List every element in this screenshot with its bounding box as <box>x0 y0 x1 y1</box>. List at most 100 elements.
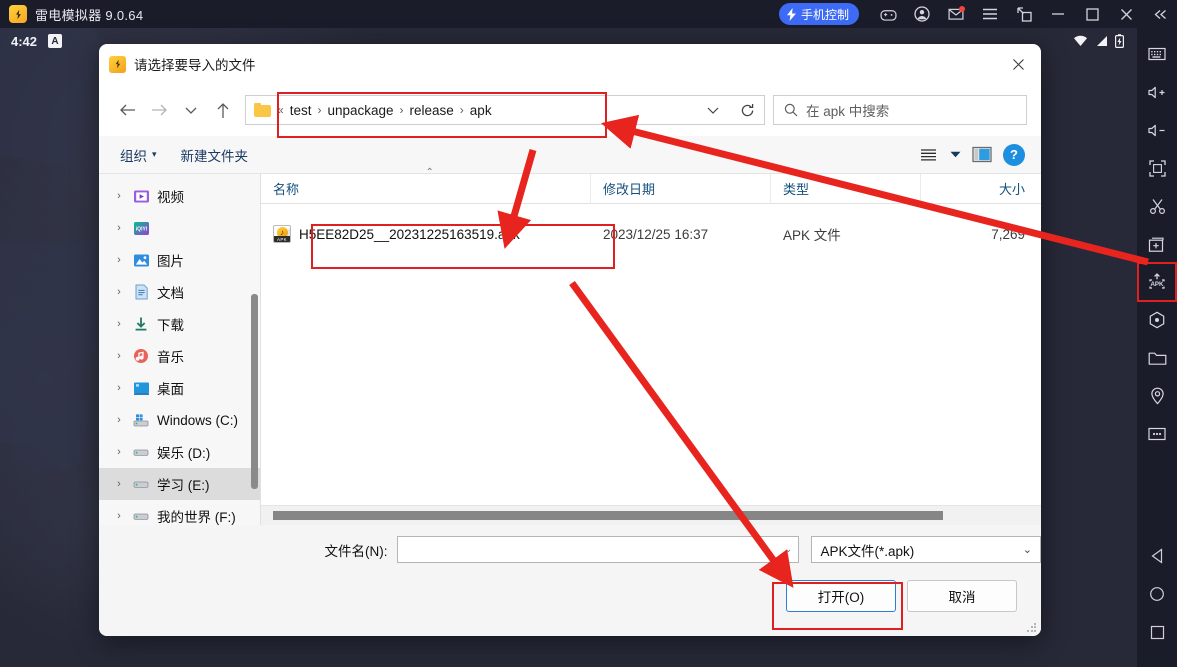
iqiyi-icon: iQIYI <box>132 220 150 236</box>
keyboard-icon[interactable] <box>1139 36 1175 72</box>
file-list-horizontal-scrollbar[interactable] <box>261 505 1041 525</box>
sort-ascending-icon: ⌃ <box>425 166 434 178</box>
preview-pane-icon[interactable] <box>967 141 997 169</box>
system-drive-icon <box>132 412 150 428</box>
volume-up-icon[interactable] <box>1139 74 1175 110</box>
chevron-right-icon[interactable]: › <box>113 446 125 458</box>
chevron-right-icon[interactable]: › <box>113 382 125 394</box>
drive-icon <box>132 476 150 492</box>
gamepad-icon[interactable] <box>871 0 905 28</box>
open-button[interactable]: 打开(O) <box>786 580 896 612</box>
sidebar-item-windows-c[interactable]: › Windows (C:) <box>99 404 260 436</box>
navigation-pane-scrollbar[interactable] <box>251 294 258 489</box>
collapse-icon[interactable] <box>1143 0 1177 28</box>
scissors-icon[interactable] <box>1139 188 1175 224</box>
dialog-title: 请选择要导入的文件 <box>134 58 256 73</box>
nav-back-icon[interactable] <box>1139 537 1175 575</box>
chevron-right-icon[interactable]: › <box>113 222 125 234</box>
chevron-right-icon[interactable]: › <box>113 350 125 362</box>
column-header-type[interactable]: 类型 <box>771 173 921 204</box>
breadcrumb-item-apk[interactable]: apk <box>470 103 492 118</box>
sidebar-item-desktop[interactable]: › 桌面 <box>99 372 260 404</box>
column-header-size[interactable]: 大小 <box>921 174 1041 204</box>
recent-locations-button[interactable] <box>175 94 207 126</box>
install-apk-icon[interactable]: APK <box>1137 262 1177 302</box>
breadcrumb[interactable]: « test › unpackage › release › apk <box>245 95 765 125</box>
chevron-right-icon[interactable]: › <box>113 254 125 266</box>
add-app-icon[interactable] <box>1139 226 1175 262</box>
multi-instance-icon[interactable] <box>1007 0 1041 28</box>
account-icon[interactable] <box>905 0 939 28</box>
back-button[interactable] <box>111 94 143 126</box>
file-size-cell: 7,269 <box>991 226 1025 242</box>
dialog-command-bar: 组织 ▾ 新建文件夹 ? <box>99 136 1041 174</box>
chevron-down-icon[interactable] <box>696 106 730 115</box>
dialog-body: › 视频 › iQIYI › 图片 › 文档 › 下载 › 音乐 › 桌面 › … <box>99 167 1041 525</box>
breadcrumb-item-unpackage[interactable]: unpackage <box>327 103 393 118</box>
chevron-right-icon[interactable]: › <box>113 510 125 522</box>
breadcrumb-item-test[interactable]: test <box>290 103 312 118</box>
music-folder-icon <box>132 348 150 364</box>
video-folder-icon <box>132 188 150 204</box>
shake-icon[interactable] <box>1139 302 1175 338</box>
chevron-right-icon[interactable]: › <box>113 286 125 298</box>
sidebar-item-drive-d[interactable]: › 娱乐 (D:) <box>99 436 260 468</box>
dialog-close-button[interactable] <box>995 44 1041 84</box>
chevron-right-icon[interactable]: › <box>113 318 125 330</box>
phone-control-button[interactable]: 手机控制 <box>778 3 859 25</box>
view-options-caret-icon[interactable] <box>945 141 965 169</box>
sidebar-item-label: Windows (C:) <box>157 412 239 428</box>
status-time: 4:42 <box>11 33 38 49</box>
breadcrumb-item-release[interactable]: release <box>410 103 454 118</box>
menu-icon[interactable] <box>973 0 1007 28</box>
breadcrumb-separator: › <box>459 103 464 117</box>
organize-button[interactable]: 组织 ▾ <box>111 141 166 169</box>
sidebar-item-pictures[interactable]: › 图片 <box>99 244 260 276</box>
nav-home-icon[interactable] <box>1139 575 1175 613</box>
filetype-select[interactable]: APK文件(*.apk) ⌄ <box>811 536 1041 563</box>
sidebar-item-label: 学习 (E:) <box>157 478 210 493</box>
chevron-right-icon[interactable]: › <box>113 190 125 202</box>
sidebar-item-videos[interactable]: › 视频 <box>99 180 260 212</box>
location-icon[interactable] <box>1139 378 1175 414</box>
sidebar-item-drive-e[interactable]: › 学习 (E:) <box>99 468 260 500</box>
volume-down-icon[interactable] <box>1139 112 1175 148</box>
scrollbar-thumb[interactable] <box>273 511 943 520</box>
cancel-button[interactable]: 取消 <box>907 580 1017 612</box>
sidebar-item-iqiyi[interactable]: › iQIYI <box>99 212 260 244</box>
maximize-icon[interactable] <box>1075 0 1109 28</box>
close-icon[interactable] <box>1109 0 1143 28</box>
sidebar-item-label: 娱乐 (D:) <box>157 446 211 461</box>
mail-icon[interactable] <box>939 0 973 28</box>
filename-input[interactable]: ⌄ <box>397 536 800 563</box>
chevron-right-icon[interactable]: › <box>113 478 125 490</box>
new-folder-button[interactable]: 新建文件夹 <box>172 141 258 169</box>
sidebar-item-downloads[interactable]: › 下载 <box>99 308 260 340</box>
search-placeholder: 在 apk 中搜索 <box>806 104 890 119</box>
fullscreen-icon[interactable] <box>1139 150 1175 186</box>
search-input[interactable]: 在 apk 中搜索 <box>773 95 1027 125</box>
more-icon[interactable] <box>1139 416 1175 452</box>
nav-recents-icon[interactable] <box>1139 613 1175 651</box>
resize-grip[interactable] <box>1026 623 1036 633</box>
sidebar-item-drive-f[interactable]: › 我的世界 (F:) <box>99 500 260 525</box>
sidebar-item-documents[interactable]: › 文档 <box>99 276 260 308</box>
sidebar-item-music[interactable]: › 音乐 <box>99 340 260 372</box>
sidebar-item-label: 音乐 <box>157 350 184 365</box>
shared-folder-icon[interactable] <box>1139 340 1175 376</box>
column-header-date[interactable]: 修改日期 <box>591 173 771 204</box>
sidebar-item-label: 视频 <box>157 190 184 205</box>
status-indicators <box>1073 34 1124 48</box>
minimize-icon[interactable] <box>1041 0 1075 28</box>
column-header-name[interactable]: ⌃ 名称 <box>261 167 591 204</box>
pictures-folder-icon <box>132 252 150 268</box>
forward-button[interactable] <box>143 94 175 126</box>
table-row[interactable]: ♪ APK H5EE82D25__20231225163519.apk 2023… <box>261 218 1041 250</box>
view-options-icon[interactable] <box>913 141 943 169</box>
chevron-right-icon[interactable]: › <box>113 414 125 426</box>
up-button[interactable] <box>207 94 239 126</box>
chevron-down-icon[interactable]: ⌄ <box>784 544 792 555</box>
help-button[interactable]: ? <box>999 141 1029 169</box>
refresh-icon[interactable] <box>730 103 764 118</box>
breadcrumb-separator: › <box>399 103 404 117</box>
